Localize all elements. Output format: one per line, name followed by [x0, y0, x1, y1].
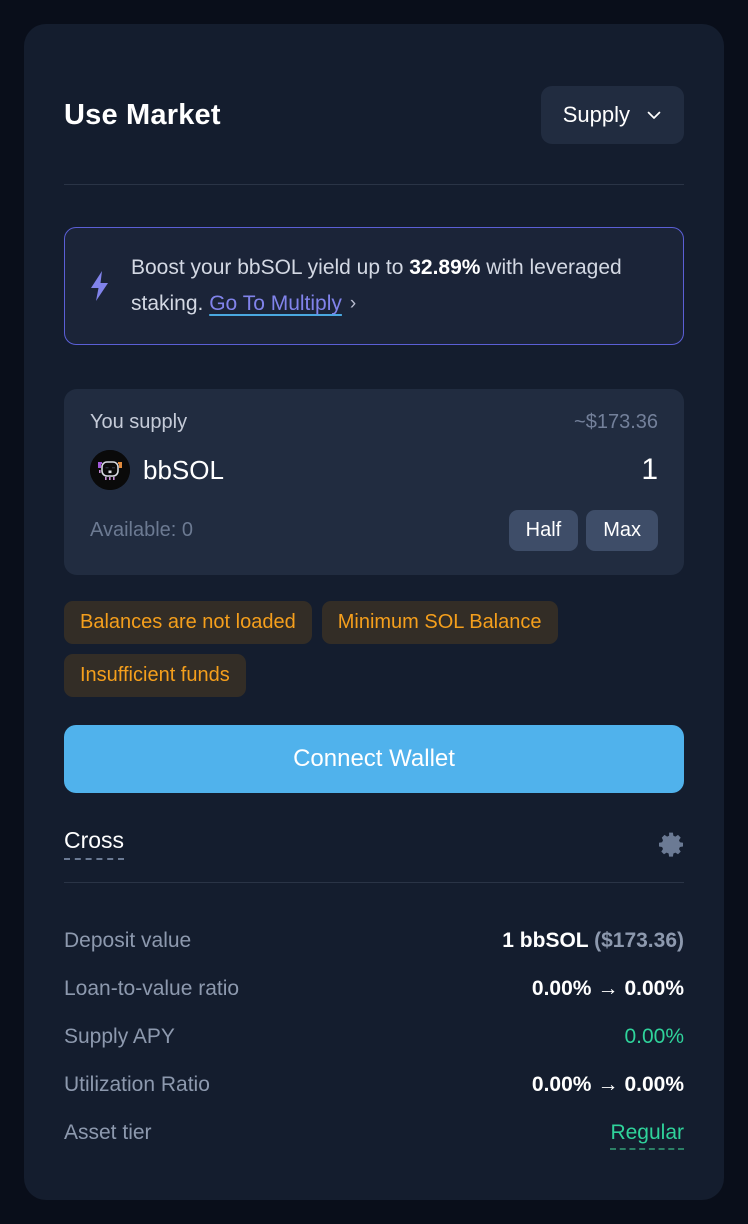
stat-label: Supply APY — [64, 1025, 175, 1048]
market-action-label: Supply — [562, 102, 630, 127]
half-button[interactable]: Half — [508, 510, 579, 551]
promo-text: Boost your bbSOL yield up to 32.89% with… — [131, 250, 659, 322]
stat-value-to: 0.00% — [624, 1073, 684, 1096]
stat-value-from: 0.00% — [531, 1073, 592, 1096]
go-to-multiply-link[interactable]: Go To Multiply — [209, 292, 342, 315]
stat-label: Loan-to-value ratio — [64, 977, 240, 1000]
gear-icon[interactable] — [658, 831, 684, 857]
promo-text-before: Boost your bbSOL yield up to — [131, 256, 410, 279]
market-action-dropdown[interactable]: Supply — [540, 86, 684, 144]
connect-wallet-button[interactable]: Connect Wallet — [64, 725, 684, 793]
stat-row-ltv-ratio: Loan-to-value ratio 0.00% → 0.00% — [64, 965, 684, 1013]
supply-amount-row: bbSOL — [90, 450, 658, 490]
chevron-down-icon — [646, 107, 662, 123]
stat-row-asset-tier: Asset tier Regular — [64, 1109, 684, 1162]
warning-chip: Balances are not loaded — [64, 601, 312, 644]
stat-row-supply-apy: Supply APY 0.00% — [64, 1013, 684, 1061]
max-button[interactable]: Max — [586, 510, 658, 551]
token-symbol: bbSOL — [143, 454, 224, 485]
stat-value: 0.00% → 0.00% — [532, 1073, 684, 1097]
header-divider — [64, 184, 684, 185]
account-mode-row: Cross — [64, 827, 684, 860]
supply-footer-row: Available: 0 Half Max — [90, 510, 658, 551]
stat-value-main: 1 bbSOL — [502, 929, 589, 952]
supply-label: You supply — [90, 411, 188, 433]
chevron-right-icon[interactable]: › — [342, 293, 356, 314]
stat-value-to: 0.00% — [624, 977, 684, 1000]
amount-shortcut-buttons: Half Max — [508, 510, 658, 551]
asset-tier-value[interactable]: Regular — [610, 1121, 684, 1150]
page-title: Use Market — [64, 98, 221, 131]
cross-mode-label[interactable]: Cross — [64, 827, 125, 860]
stats-divider — [64, 882, 684, 883]
stat-value: 0.00% — [624, 1025, 684, 1048]
arrow-right-icon: → — [597, 977, 619, 1000]
page-root: Use Market Supply Boost your bbSOL yield… — [0, 0, 748, 1224]
arrow-right-icon: → — [597, 1073, 619, 1096]
bbsol-token-icon — [90, 450, 130, 490]
stat-row-utilization-ratio: Utilization Ratio 0.00% → 0.00% — [64, 1061, 684, 1109]
supply-input-card: You supply ~$173.36 bbSOL 1 Available: 0… — [64, 389, 684, 575]
card-header: Use Market Supply — [64, 82, 684, 148]
stat-value-suffix: ($173.36) — [594, 929, 684, 952]
stat-value: 1 bbSOL ($173.36) — [502, 929, 684, 953]
position-stats-list: Deposit value 1 bbSOL ($173.36) Loan-to-… — [64, 917, 684, 1162]
promo-highlight-apy: 32.89% — [409, 256, 481, 279]
supply-usd-value: ~$173.36 — [574, 411, 658, 433]
token-selector[interactable]: bbSOL — [90, 450, 224, 490]
warning-chip: Minimum SOL Balance — [321, 601, 558, 644]
lightning-bolt-icon — [87, 270, 113, 302]
stat-row-deposit-value: Deposit value 1 bbSOL ($173.36) — [64, 917, 684, 965]
warning-chip-list: Balances are not loaded Minimum SOL Bala… — [64, 601, 684, 697]
stat-label: Deposit value — [64, 929, 192, 952]
stat-value: 0.00% → 0.00% — [532, 977, 684, 1001]
available-balance: Available: 0 — [90, 519, 194, 541]
use-market-card: Use Market Supply Boost your bbSOL yield… — [24, 24, 724, 1200]
stat-value-from: 0.00% — [531, 977, 592, 1000]
warning-chip: Insufficient funds — [64, 654, 246, 697]
supply-amount-input[interactable] — [498, 453, 658, 487]
supply-header-row: You supply ~$173.36 — [90, 411, 658, 434]
stat-label: Asset tier — [64, 1121, 152, 1144]
multiply-promo-banner[interactable]: Boost your bbSOL yield up to 32.89% with… — [64, 227, 684, 345]
stat-label: Utilization Ratio — [64, 1073, 210, 1096]
